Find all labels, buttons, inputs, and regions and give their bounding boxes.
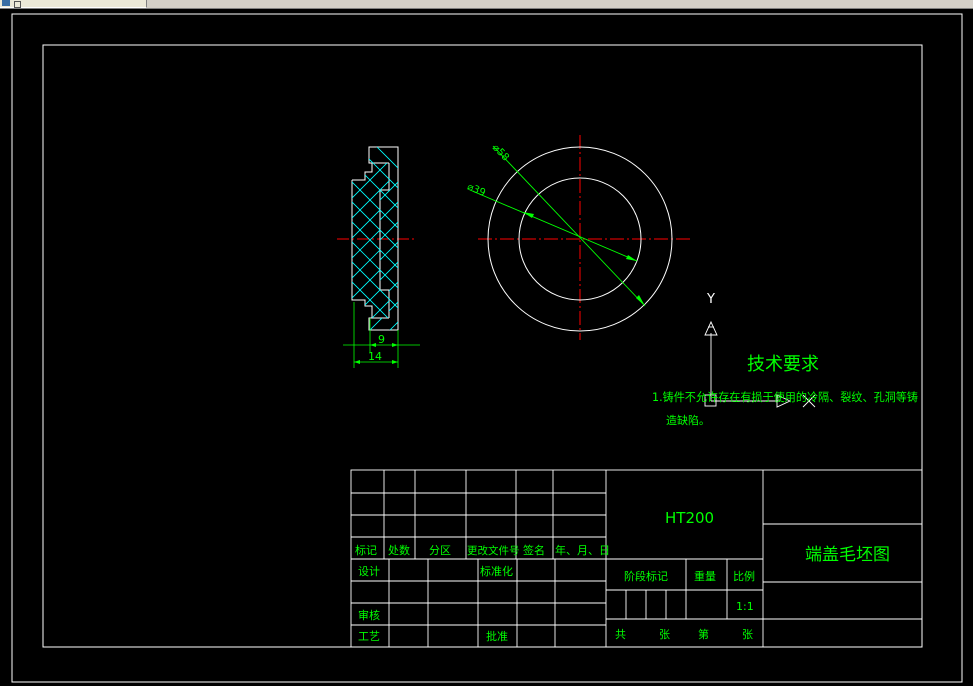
stage-mark-label: 阶段标记 (624, 569, 668, 583)
sheet-no-label: 第 (698, 627, 709, 641)
material-text: HT200 (665, 509, 714, 527)
technical-requirements: 技术要求 1.铸件不允许存在有损于使用的冷隔、裂纹、孔洞等铸 造缺陷。 (652, 354, 918, 427)
dimension-39: ⌀39 (465, 182, 487, 199)
weight-label: 重量 (694, 569, 716, 583)
process-label: 工艺 (358, 630, 380, 643)
approve-label: 批准 (486, 629, 508, 643)
ucs-icon: Y (704, 292, 816, 408)
drawing-name-text: 端盖毛坯图 (805, 545, 890, 565)
leader-58 (492, 145, 646, 307)
dimension-14: 14 (368, 350, 382, 363)
title-bar (0, 0, 973, 9)
document-icon (2, 0, 10, 6)
sheets-label-1: 张 (659, 628, 670, 641)
tech-req-title: 技术要求 (747, 354, 819, 375)
rev-header-zone: 分区 (429, 544, 451, 557)
sheets-label-2: 张 (742, 628, 753, 641)
rev-header-date: 年、月、日 (555, 543, 610, 557)
total-label: 共 (615, 628, 626, 641)
drawing-tab[interactable] (0, 0, 147, 8)
dimension-9: 9 (378, 333, 385, 346)
rev-header-doc: 更改文件号 (467, 544, 520, 557)
standardization-label: 标准化 (480, 564, 513, 578)
rev-header-mark: 标记 (355, 543, 377, 557)
window-icon (14, 1, 21, 8)
rev-header-count: 处数 (388, 544, 410, 557)
rev-header-sign: 签名 (523, 543, 545, 557)
scale-value: 1:1 (736, 600, 754, 613)
ucs-y-label: Y (706, 292, 715, 307)
drawing-canvas[interactable]: 9 14 ⌀58 ⌀39 Y 技术要求 1.铸件不允许存在有损于使用的冷隔、裂纹… (0, 10, 973, 686)
design-label: 设计 (358, 565, 380, 578)
title-block-text: HT200 端盖毛坯图 标记 处数 分区 更改文件号 签名 年、月、日 设计 标… (355, 509, 890, 643)
leader-39 (469, 189, 638, 262)
front-view: ⌀58 ⌀39 (465, 135, 690, 340)
scale-label: 比例 (733, 569, 755, 583)
tech-req-line1: 1.铸件不允许存在有损于使用的冷隔、裂纹、孔洞等铸 (652, 390, 918, 404)
section-view: 9 14 (337, 146, 420, 368)
dimension-58: ⌀58 (490, 142, 511, 163)
review-label: 审核 (358, 608, 380, 622)
tech-req-line2: 造缺陷。 (666, 413, 710, 427)
